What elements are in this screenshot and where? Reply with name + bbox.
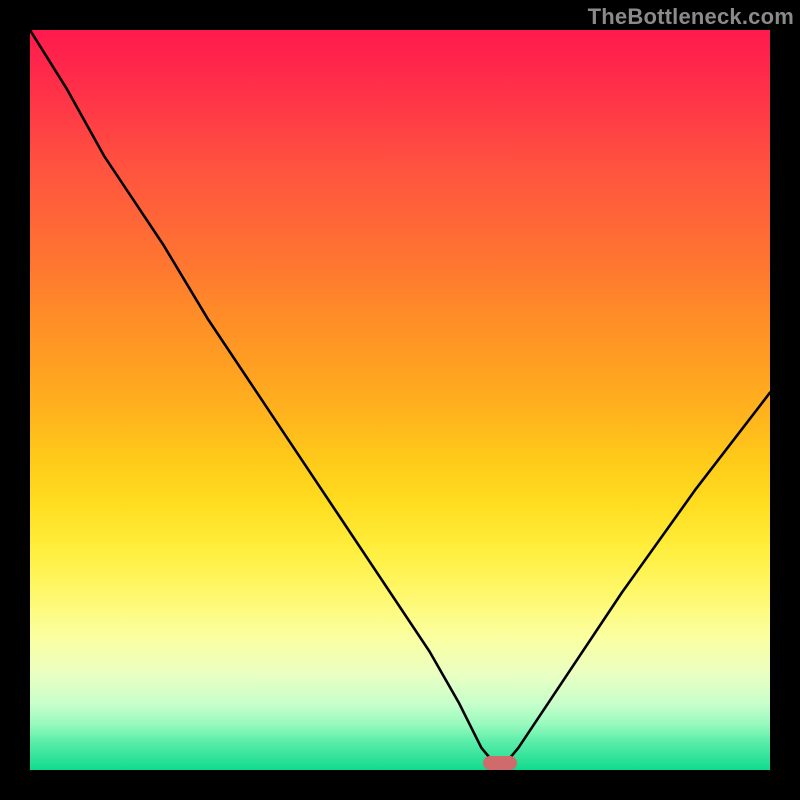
plot-area: [30, 30, 770, 770]
watermark-text: TheBottleneck.com: [588, 4, 794, 30]
optimal-marker: [483, 756, 517, 770]
bottleneck-curve: [30, 30, 770, 770]
chart-stage: TheBottleneck.com: [0, 0, 800, 800]
